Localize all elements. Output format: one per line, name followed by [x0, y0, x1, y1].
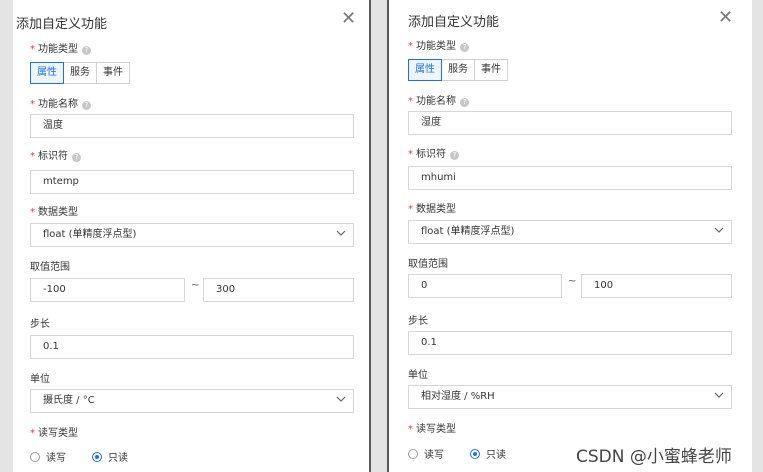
add-custom-function-dialog-left: 添加自定义功能 ✕ * 功能类型? 属性 服务 事件 * 功能名称? 温度 * 标识符… [13, 0, 369, 472]
required-mark: * [30, 428, 35, 439]
unit-value: 摄氏度 / °C [43, 395, 95, 406]
panel-divider [369, 0, 371, 472]
rw-type-label: * 读写类型 [408, 424, 456, 435]
identifier-input[interactable]: mhumi [408, 166, 732, 190]
data-type-select[interactable]: float (单精度浮点型) [408, 220, 732, 244]
function-name-input[interactable]: 温度 [30, 114, 354, 138]
backdrop-right [752, 0, 763, 472]
unit-value: 相对湿度 / %RH [421, 391, 495, 402]
rw-type-radio-group: 读写 只读 [30, 449, 154, 464]
radio-read-write[interactable]: 读写 [30, 449, 66, 464]
radio-button[interactable] [30, 451, 40, 462]
required-mark: * [30, 207, 35, 218]
range-max-input[interactable]: 300 [203, 278, 354, 302]
step-label: 步长 [30, 319, 50, 330]
required-mark: * [408, 149, 413, 160]
help-icon[interactable]: ? [72, 153, 81, 162]
required-mark: * [30, 151, 35, 162]
help-icon[interactable]: ? [82, 101, 91, 110]
help-icon[interactable]: ? [450, 151, 459, 160]
step-label: 步长 [408, 316, 428, 327]
function-type-segmented: 属性 服务 事件 [408, 59, 508, 81]
function-type-segmented: 属性 服务 事件 [30, 62, 130, 84]
required-mark: * [30, 44, 35, 55]
radio-label: 只读 [108, 453, 128, 464]
segment-service[interactable]: 服务 [441, 59, 475, 81]
required-mark: * [408, 424, 413, 435]
unit-label: 单位 [408, 370, 428, 381]
range-separator: ~ [191, 280, 200, 291]
range-separator: ~ [568, 276, 577, 287]
radio-read-write[interactable]: 读写 [408, 446, 444, 461]
required-mark: * [408, 96, 413, 107]
function-type-label: * 功能类型? [30, 44, 91, 56]
range-min-input[interactable]: -100 [30, 278, 185, 302]
range-label: 取值范围 [30, 262, 70, 273]
watermark: CSDN @小蜜蜂老师 [576, 447, 732, 467]
function-type-label: * 功能类型? [408, 41, 469, 53]
required-mark: * [30, 99, 35, 110]
radio-read-only[interactable]: 只读 [92, 449, 128, 464]
required-mark: * [408, 41, 413, 52]
help-icon[interactable]: ? [460, 43, 469, 52]
backdrop-left [0, 0, 13, 472]
unit-select[interactable]: 相对湿度 / %RH [408, 385, 732, 409]
radio-label: 读写 [46, 453, 66, 464]
range-max-input[interactable]: 100 [581, 274, 732, 298]
radio-label: 只读 [486, 450, 506, 461]
segment-service[interactable]: 服务 [63, 62, 97, 84]
rw-type-label: * 读写类型 [30, 428, 78, 439]
radio-read-only[interactable]: 只读 [470, 446, 506, 461]
chevron-down-icon [714, 392, 724, 398]
segment-event[interactable]: 事件 [96, 62, 130, 84]
rw-type-radio-group: 读写 只读 [408, 446, 532, 461]
function-name-label: * 功能名称? [408, 96, 469, 108]
step-input[interactable]: 0.1 [408, 331, 732, 355]
chevron-down-icon [336, 396, 346, 402]
data-type-select[interactable]: float (单精度浮点型) [30, 223, 354, 247]
data-type-label: * 数据类型 [30, 207, 78, 218]
range-min-input[interactable]: 0 [408, 274, 562, 298]
data-type-value: float (单精度浮点型) [421, 226, 515, 237]
data-type-label: * 数据类型 [408, 204, 456, 215]
radio-button[interactable] [92, 451, 102, 462]
function-name-input[interactable]: 湿度 [408, 111, 732, 135]
segment-property[interactable]: 属性 [30, 62, 64, 84]
close-icon[interactable]: ✕ [341, 9, 356, 29]
add-custom-function-dialog-right: 添加自定义功能 ✕ * 功能类型? 属性 服务 事件 * 功能名称? 湿度 * 标识符… [389, 0, 752, 472]
segment-event[interactable]: 事件 [474, 59, 508, 81]
radio-button[interactable] [408, 448, 418, 459]
dialog-title: 添加自定义功能 [408, 15, 500, 30]
data-type-value: float (单精度浮点型) [43, 229, 137, 240]
identifier-label: * 标识符? [30, 151, 81, 163]
step-input[interactable]: 0.1 [30, 335, 354, 359]
function-name-label: * 功能名称? [30, 99, 91, 111]
backdrop-middle [371, 0, 387, 472]
chevron-down-icon [336, 230, 346, 236]
unit-label: 单位 [30, 374, 50, 385]
radio-button[interactable] [470, 448, 480, 459]
required-mark: * [408, 204, 413, 215]
radio-label: 读写 [424, 450, 444, 461]
dialog-title: 添加自定义功能 [16, 17, 108, 32]
help-icon[interactable]: ? [82, 46, 91, 55]
close-icon[interactable]: ✕ [718, 8, 733, 28]
range-label: 取值范围 [408, 259, 448, 270]
segment-property[interactable]: 属性 [408, 59, 442, 81]
help-icon[interactable]: ? [460, 98, 469, 107]
chevron-down-icon [714, 227, 724, 233]
identifier-label: * 标识符? [408, 149, 459, 161]
identifier-input[interactable]: mtemp [30, 170, 354, 194]
unit-select[interactable]: 摄氏度 / °C [30, 389, 354, 413]
